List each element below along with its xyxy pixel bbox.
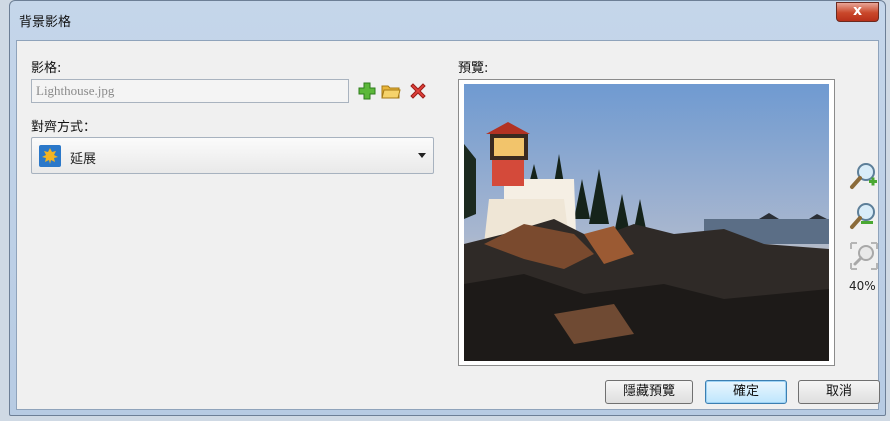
frame-input[interactable]: Lighthouse.jpg [31,79,349,103]
preview-label: 預覽: [458,61,489,76]
stretch-icon [39,145,61,167]
remove-icon[interactable] [408,81,428,101]
dialog-window: 背景影格 x 影格: Lighthouse.jpg 對齊方式： 延展 預覽: 4… [9,0,886,416]
cancel-button[interactable]: 取消 [798,380,880,404]
zoom-out-icon[interactable] [849,201,879,231]
zoom-in-icon[interactable] [849,161,879,191]
hide-preview-button[interactable]: 隱藏預覽 [605,380,693,404]
zoom-percent: 40% [849,279,876,293]
alignment-selected-value: 延展 [70,152,97,167]
close-button[interactable]: x [836,2,879,22]
zoom-fit-icon[interactable] [849,241,879,271]
dialog-title: 背景影格 [19,15,72,30]
ok-button[interactable]: 確定 [705,380,787,404]
chevron-down-icon [418,153,426,158]
preview-frame [458,79,835,366]
dialog-body: 影格: Lighthouse.jpg 對齊方式： 延展 預覽: 40% 隱藏預覽… [16,40,880,410]
alignment-label: 對齊方式： [31,120,97,135]
open-folder-icon[interactable] [381,81,401,101]
title-bar[interactable]: 背景影格 x [10,1,885,37]
frame-label: 影格: [31,61,62,76]
alignment-select[interactable]: 延展 [31,137,434,174]
preview-image [464,84,829,361]
add-icon[interactable] [357,81,377,101]
